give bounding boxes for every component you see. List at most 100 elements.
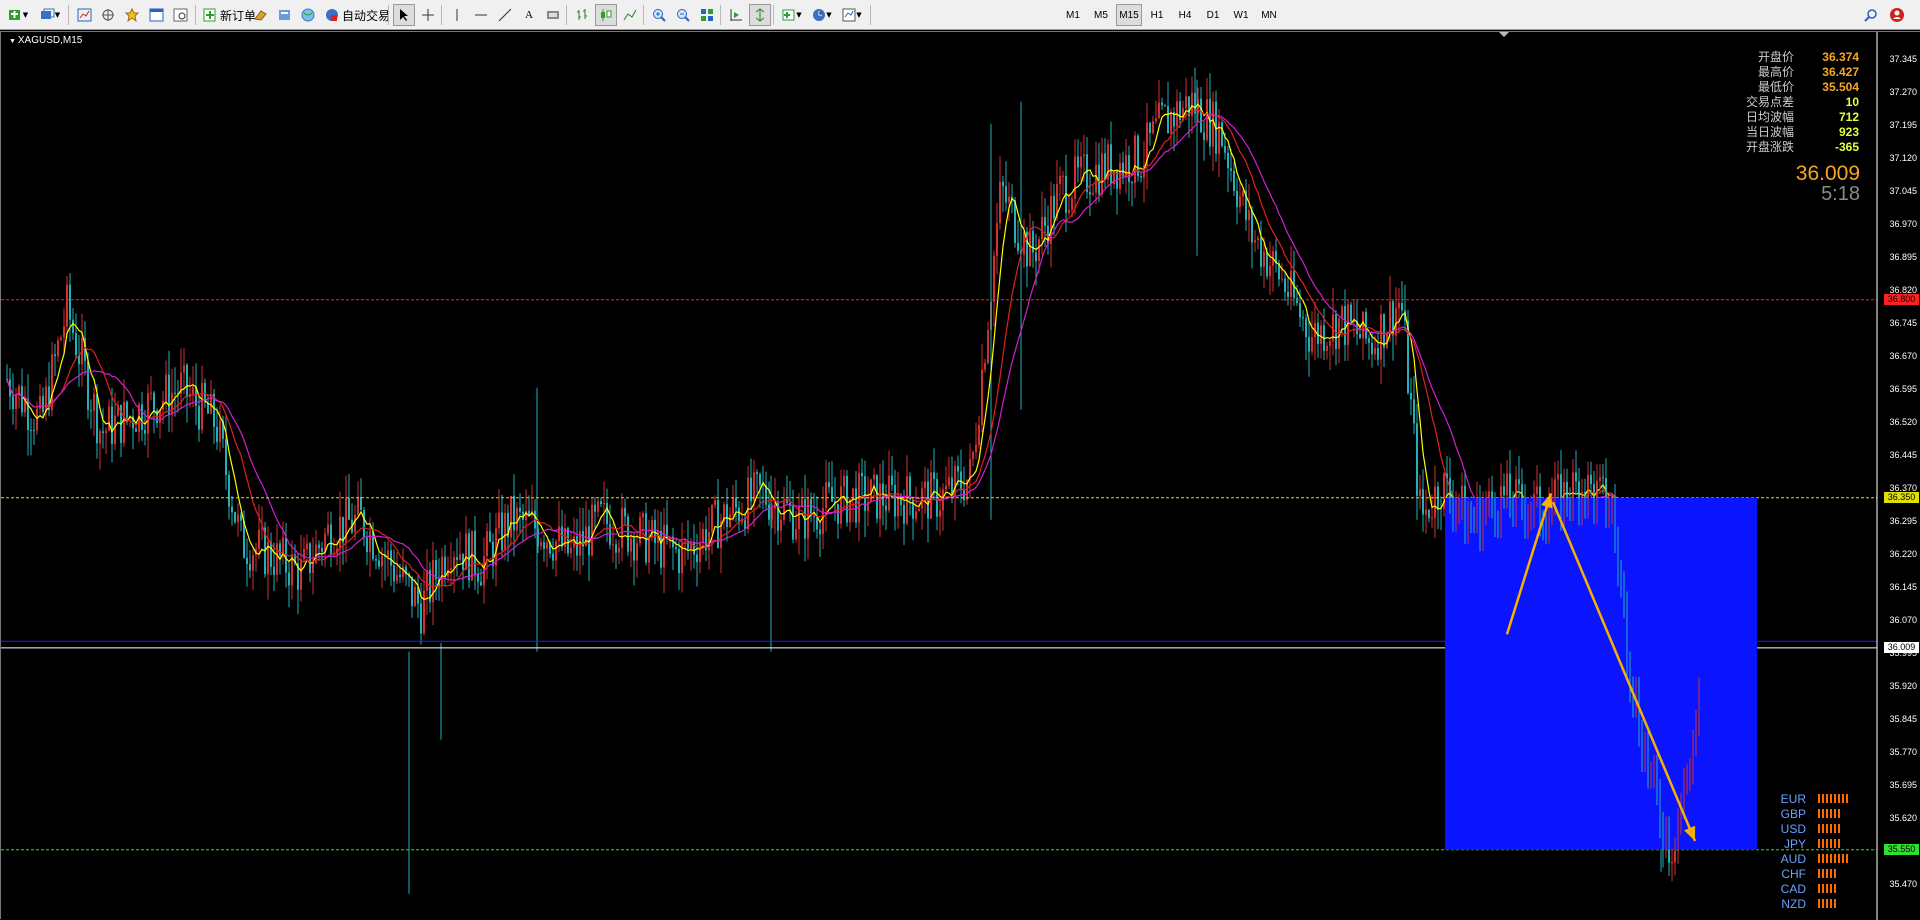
chart-shift-icon[interactable] — [725, 4, 747, 26]
account-icon[interactable] — [1886, 4, 1908, 26]
timeframe-d1[interactable]: D1 — [1200, 4, 1226, 26]
strength-bar — [1822, 824, 1824, 833]
templates-icon[interactable]: ▼ — [838, 4, 866, 26]
candle-body — [1074, 156, 1076, 199]
candle-body — [99, 431, 101, 444]
candle-body — [1158, 102, 1160, 119]
currency-row: CAD — [1774, 881, 1848, 896]
terminal-icon[interactable] — [146, 4, 168, 26]
tile-windows-icon[interactable] — [696, 4, 718, 26]
timeframe-mn[interactable]: MN — [1256, 4, 1282, 26]
horizontal-line-icon[interactable] — [470, 4, 492, 26]
candle-body — [915, 511, 917, 519]
price-level-tag: 35.550 — [1884, 843, 1919, 855]
vertical-line-icon[interactable] — [446, 4, 468, 26]
candle-body — [1059, 175, 1061, 184]
line-chart-icon[interactable] — [619, 4, 641, 26]
candle-body — [633, 538, 635, 561]
cursor-icon[interactable] — [393, 4, 415, 26]
candle-body — [678, 549, 680, 574]
candle-body — [1230, 168, 1232, 171]
label-icon[interactable] — [542, 4, 564, 26]
candle-body — [36, 408, 38, 431]
candle-body — [1095, 164, 1097, 193]
candle-body — [114, 415, 116, 444]
candle-body — [45, 386, 47, 412]
strength-bar — [1838, 839, 1840, 848]
candle-body — [996, 223, 998, 256]
timeframe-m5[interactable]: M5 — [1088, 4, 1114, 26]
candle-body — [708, 531, 710, 551]
timeframe-m15[interactable]: M15 — [1116, 4, 1142, 26]
autotrade-label: 自动交易 — [342, 8, 391, 23]
candle-body — [714, 500, 716, 505]
market-watch-icon[interactable] — [74, 4, 96, 26]
candle-body — [1128, 154, 1130, 183]
strength-bar — [1842, 854, 1844, 863]
info-label: 最高价 — [1757, 65, 1794, 79]
candle-body — [1080, 156, 1082, 168]
candle-body — [468, 533, 470, 581]
zoom-in-icon[interactable] — [648, 4, 670, 26]
candle-body — [369, 531, 371, 553]
price-chart[interactable] — [1, 32, 1920, 920]
candle-body — [1242, 190, 1244, 197]
price-axis[interactable]: 37.345 37.270 37.195 37.120 37.045 36.970 36.8… — [1876, 32, 1920, 920]
globe-icon[interactable] — [298, 4, 320, 26]
crosshair-icon[interactable] — [417, 4, 439, 26]
timeframe-h4[interactable]: H4 — [1172, 4, 1198, 26]
candle-body — [210, 393, 212, 414]
chart-shift-marker[interactable] — [1499, 32, 1509, 37]
candle-body — [903, 504, 905, 524]
price-tick: 36.670 — [1889, 351, 1917, 361]
favorites-icon[interactable] — [122, 4, 144, 26]
price-tick: 36.295 — [1889, 516, 1917, 526]
candle-body — [1005, 186, 1007, 203]
new-chart-icon[interactable]: ▼ — [4, 4, 32, 26]
price-tick: 36.970 — [1889, 219, 1917, 229]
candle-body — [1302, 317, 1304, 319]
candle-body — [894, 484, 896, 517]
candle-body — [363, 510, 365, 538]
strategy-tester-icon[interactable] — [170, 4, 192, 26]
zoom-out-icon[interactable] — [672, 4, 694, 26]
autoscroll-icon[interactable] — [749, 4, 771, 26]
metaeditor-icon[interactable] — [250, 4, 272, 26]
price-tick: 37.045 — [1889, 186, 1917, 196]
search-icon[interactable] — [1860, 4, 1882, 26]
candle-body — [1305, 318, 1307, 337]
candle-body — [1041, 217, 1043, 240]
strength-bars — [1818, 824, 1840, 833]
strength-bar — [1822, 884, 1824, 893]
timeframe-h1[interactable]: H1 — [1144, 4, 1170, 26]
timeframe-m1[interactable]: M1 — [1060, 4, 1086, 26]
signals-icon[interactable] — [274, 4, 296, 26]
candle-body — [1104, 153, 1106, 180]
strength-bar — [1818, 809, 1820, 818]
candle-body — [1395, 308, 1397, 336]
navigator-icon[interactable] — [98, 4, 120, 26]
candle-body — [1002, 181, 1004, 187]
strength-bar — [1834, 809, 1836, 818]
candle-body — [192, 386, 194, 394]
candle-body — [600, 501, 602, 504]
timeframe-w1[interactable]: W1 — [1228, 4, 1254, 26]
candle-body — [984, 363, 986, 370]
text-icon[interactable]: A — [518, 4, 540, 26]
bar-chart-icon[interactable] — [571, 4, 593, 26]
profiles-icon[interactable]: ▼ — [36, 4, 64, 26]
autotrade-button[interactable]: 自动交易 — [322, 4, 393, 26]
candle-body — [939, 510, 941, 517]
candle-body — [1206, 99, 1208, 140]
candle-body — [612, 544, 614, 546]
candle-body — [609, 523, 611, 546]
trendline-icon[interactable] — [494, 4, 516, 26]
candle-body — [1164, 105, 1166, 107]
price-tick: 35.770 — [1889, 747, 1917, 757]
periods-icon[interactable]: ▼ — [808, 4, 836, 26]
bar-countdown: 5:18 — [1821, 183, 1860, 205]
chart-area[interactable]: ▼ XAGUSD,M15 开盘价 36.374 最高价 36.427 最低价 35.504… — [0, 31, 1920, 920]
candle-body — [1008, 196, 1010, 203]
indicators-icon[interactable]: ▼ — [778, 4, 806, 26]
candlestick-icon[interactable] — [595, 4, 617, 26]
